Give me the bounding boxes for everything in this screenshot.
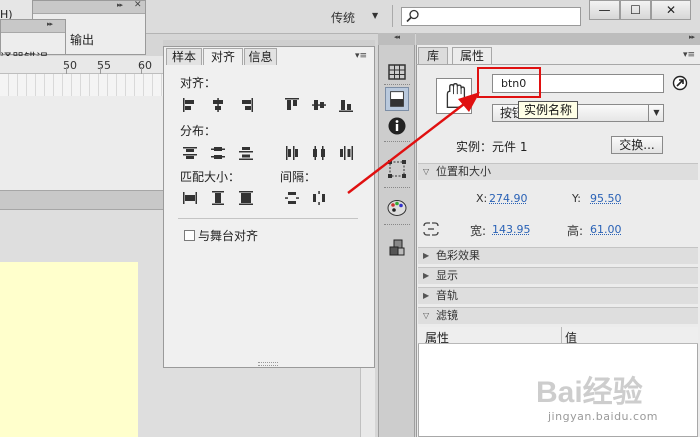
match-width-height-icon[interactable] [238,190,254,206]
align-left-icon[interactable] [182,97,198,113]
spacing-section-label: 间隔： [280,170,317,184]
space-evenly-vertical-icon[interactable] [284,190,300,206]
tooltip: 实例名称 [518,101,579,119]
chevron-down-icon[interactable]: ▼ [648,104,664,122]
column-header-property: 属性 [425,331,450,345]
y-label: Y: [572,192,581,205]
maximize-button[interactable]: ☐ [620,0,651,20]
edit-symbol-icon[interactable] [672,75,688,91]
distribute-top-icon[interactable] [182,145,198,161]
stage[interactable] [0,262,138,437]
output-panel-title: 输出 [70,33,95,47]
align-to-stage-checkbox[interactable] [184,230,195,241]
search-icon [406,9,419,23]
panel-header[interactable]: ▸▸ [416,33,700,45]
divider [384,224,410,226]
collapse-icon[interactable]: ▸▸ [117,1,123,9]
annotation-arrow [347,92,480,194]
minimize-button[interactable]: — [589,0,620,20]
panel-menu-icon[interactable]: ▾≡ [355,51,367,61]
collapse-icon[interactable]: ◂◂ [378,33,415,45]
align-section-label: 对齐： [180,76,217,90]
resize-grip[interactable] [258,362,278,366]
column-header-value: 值 [565,331,578,345]
collapse-icon[interactable]: ▸▸ [47,20,53,28]
y-value[interactable]: 95.50 [590,192,622,205]
panel-header[interactable]: ▸▸ ✕ [33,0,145,14]
tab-properties[interactable]: 属性 [452,47,492,65]
section-filters[interactable]: ▽ 滤镜 [418,307,698,324]
watermark-url: jingyan.baidu.com [548,410,659,423]
tab-info[interactable]: 信息 [244,48,277,65]
section-display[interactable]: ▶ 显示 [418,267,698,284]
panel-header[interactable]: ▸▸ [1,20,65,33]
align-vertical-center-icon[interactable] [311,97,327,113]
divider [178,218,358,219]
timeline-layers-area [0,96,163,190]
section-color-effect[interactable]: ▶ 色彩效果 [418,247,698,264]
section-audio[interactable]: ▶ 音轨 [418,287,698,304]
distribute-bottom-icon[interactable] [238,145,254,161]
ruler-tick [141,67,142,74]
align-top-icon[interactable] [284,97,300,113]
grid-panel-icon[interactable] [385,60,409,84]
divider [561,327,562,344]
tab-swatches[interactable]: 样本 [166,48,202,65]
divider [392,5,393,27]
watermark-brand: Bai经验 [536,375,643,409]
table-header [418,327,698,344]
tab-library[interactable]: 库 [418,47,448,65]
workspace-switcher[interactable]: 传统 [331,9,355,26]
align-right-icon[interactable] [238,97,254,113]
distribute-section-label: 分布： [180,124,217,138]
align-to-stage-label[interactable]: 与舞台对齐 [198,227,258,244]
match-size-section-label: 匹配大小： [180,170,241,184]
width-value[interactable]: 143.95 [492,223,531,236]
close-button[interactable]: ✕ [651,0,691,20]
components-icon[interactable] [385,236,409,260]
chevron-right-icon: ▶ [423,251,430,260]
align-horizontal-center-icon[interactable] [210,97,226,113]
link-icon[interactable] [423,222,439,236]
height-label: 高: [567,224,584,238]
x-value[interactable]: 274.90 [489,192,528,205]
width-label: 宽: [470,224,487,238]
distribute-vertical-center-icon[interactable] [210,145,226,161]
panel-menu-icon[interactable]: ▾≡ [683,50,695,60]
divider [416,64,700,65]
chevron-down-icon: ▽ [423,311,430,320]
chevron-right-icon: ▶ [423,271,430,280]
distribute-left-icon[interactable] [284,145,300,161]
chevron-down-icon[interactable]: ▼ [372,11,378,20]
chevron-right-icon: ▶ [423,291,430,300]
collapse-icon[interactable]: ▸▸ [689,33,695,41]
close-icon[interactable]: ✕ [134,0,142,10]
match-height-icon[interactable] [210,190,226,206]
swap-button[interactable]: 交换... [611,136,663,154]
ruler-tick [66,67,67,74]
distribute-horizontal-center-icon[interactable] [311,145,327,161]
tab-align[interactable]: 对齐 [203,48,243,65]
space-evenly-horizontal-icon[interactable] [311,190,327,206]
match-width-icon[interactable] [182,190,198,206]
search-input[interactable] [401,7,581,26]
ruler-tick [100,67,101,74]
height-value[interactable]: 61.00 [590,223,622,236]
timeline-frames[interactable] [0,74,163,96]
